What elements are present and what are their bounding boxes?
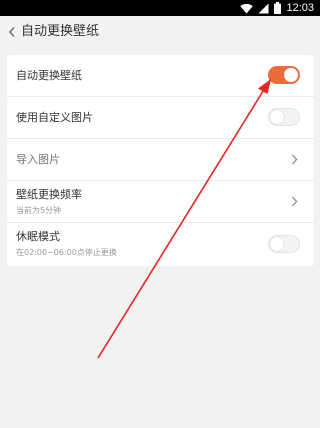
cellular-signal-icon (258, 3, 269, 13)
status-time: 12:03 (286, 2, 314, 14)
auto-change-toggle[interactable] (268, 66, 300, 84)
chevron-right-icon (292, 154, 298, 165)
battery-icon (274, 2, 282, 14)
toggle-knob (270, 237, 284, 251)
setting-row-auto-change[interactable]: 自动更换壁纸 (7, 55, 314, 97)
chevron-left-icon[interactable] (7, 26, 17, 38)
settings-card: 自动更换壁纸 使用自定义图片 导入图片 壁纸更换频率 当前为5分钟 休眠模式 在… (7, 55, 314, 266)
sleep-mode-toggle[interactable] (268, 235, 300, 253)
setting-label-sleep-mode: 休眠模式 (16, 230, 60, 243)
setting-row-sleep-mode[interactable]: 休眠模式 在02:00~06:00点停止更换 (7, 223, 314, 266)
setting-label-custom-images: 使用自定义图片 (16, 111, 93, 124)
status-bar: 12:03 (0, 0, 320, 16)
setting-label-auto-change: 自动更换壁纸 (16, 69, 82, 82)
setting-label-frequency: 壁纸更换频率 (16, 188, 82, 201)
wifi-icon (240, 3, 254, 14)
status-icons: 12:03 (240, 1, 314, 15)
custom-images-toggle[interactable] (268, 108, 300, 126)
setting-sub-sleep-mode: 在02:00~06:00点停止更换 (16, 248, 117, 257)
page-title: 自动更换壁纸 (21, 24, 100, 39)
setting-label-import-images: 导入图片 (16, 153, 60, 166)
header: 自动更换壁纸 (0, 16, 320, 48)
toggle-knob (270, 110, 284, 124)
setting-sub-frequency: 当前为5分钟 (16, 206, 62, 215)
setting-row-frequency[interactable]: 壁纸更换频率 当前为5分钟 (7, 181, 314, 223)
toggle-knob (284, 68, 298, 82)
setting-row-import-images[interactable]: 导入图片 (7, 139, 314, 181)
setting-row-custom-images[interactable]: 使用自定义图片 (7, 97, 314, 139)
chevron-right-icon (292, 196, 298, 207)
